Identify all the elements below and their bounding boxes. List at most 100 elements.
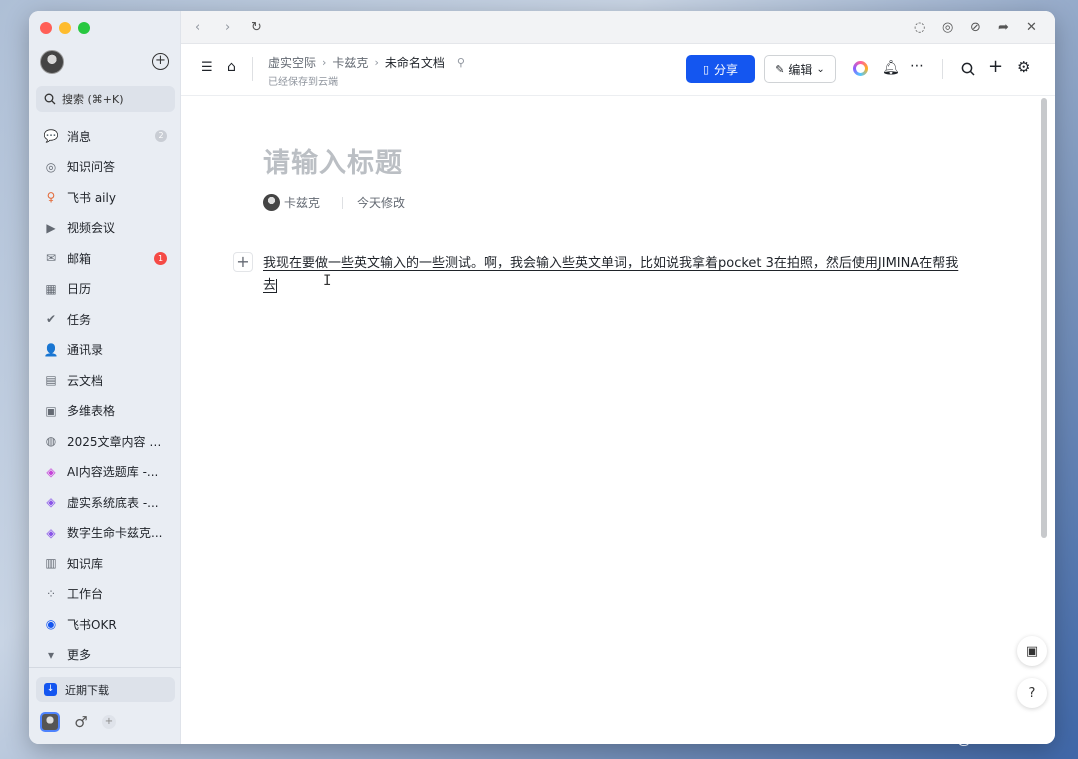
task-icon: ✔ [45, 312, 57, 327]
edit-mode-dropdown[interactable]: ✎ 编辑 ⌄ [764, 55, 836, 83]
sidebar-item-label: 更多 [67, 648, 92, 663]
pin-icon[interactable]: ⚲ [457, 56, 465, 69]
sidebar-item-label: 2025文章内容 -... [67, 434, 163, 449]
sidebar-nav: 💬 消息 2 ◎ 知识问答 ♀ 飞书 aily ▶ 视频会议 ✉ 邮箱 1 ▦ 日历 ✔ 任务 👤 通讯录 ▤ 云文档… [36, 121, 175, 670]
document-toolbar: ☰ ⌂ 虚实空际 › 卡兹克 › 未命名文档 ⚲ 已经保存到云端 ▯ 分享 ✎ … [181, 44, 1055, 96]
okr-icon: ◉ [45, 617, 57, 632]
search-label: 搜索 (⌘+K) [62, 93, 124, 106]
sidebar-item[interactable]: ◈ 虚实系统底表 -... [36, 487, 175, 518]
user-avatar[interactable] [40, 50, 64, 74]
workplace-icon: ⁘ [45, 586, 57, 601]
sidebar-item[interactable]: ◍ 2025文章内容 -... [36, 426, 175, 457]
sidebar-item[interactable]: ◎ 知识问答 [36, 152, 175, 183]
sidebar-item[interactable]: ▣ 多维表格 [36, 396, 175, 427]
search-icon [44, 93, 56, 105]
doc-body-paragraph[interactable]: 我现在要做一些英文输入的一些测试。啊，我会输入些英文单词，比如说我拿着pocke… [263, 253, 963, 297]
sidebar-item-label: 虚实系统底表 -... [67, 495, 159, 510]
share-button[interactable]: ▯ 分享 [686, 55, 755, 83]
search-input[interactable]: 搜索 (⌘+K) [36, 86, 175, 112]
window-controls [40, 22, 90, 34]
add-circle-icon[interactable]: + [152, 53, 169, 70]
sidebar-item-label: 知识库 [67, 556, 104, 571]
pencil-icon: ✎ [775, 62, 785, 76]
sidebar-item-label: 通讯录 [67, 343, 104, 358]
share-doc-icon: ▯ [702, 62, 710, 76]
base-purple-icon: ◈ [46, 495, 56, 510]
breadcrumb: 虚实空际 › 卡兹克 › 未命名文档 ⚲ [268, 54, 465, 71]
block-add-button[interactable]: + [233, 252, 253, 272]
share-label: 分享 [714, 62, 739, 77]
help-button[interactable]: ? [1017, 678, 1047, 708]
forward-icon[interactable]: › [225, 20, 230, 35]
compass-icon[interactable]: ◎ [942, 20, 953, 35]
sidebar-item[interactable]: ▦ 日历 [36, 274, 175, 305]
text-caret [276, 278, 278, 293]
sidebar-item[interactable]: ◉ 飞书OKR [36, 609, 175, 640]
sidebar-item[interactable]: ◈ 数字生命卡兹克... [36, 518, 175, 549]
scrollbar[interactable] [1041, 98, 1047, 538]
qa-icon: ◎ [45, 159, 57, 174]
sidebar-item[interactable]: ✔ 任务 [36, 304, 175, 335]
chevron-down-icon: ▾ [47, 647, 55, 662]
add-account-icon[interactable]: + [102, 715, 116, 729]
recent-downloads-label: 近期下载 [65, 683, 109, 697]
sidebar-item-label: 云文档 [67, 373, 104, 388]
author-name[interactable]: 卡兹克 [284, 194, 320, 211]
edit-label: 编辑 [788, 62, 813, 77]
search-icon[interactable] [961, 62, 975, 76]
sidebar-item[interactable]: ✉ 邮箱 1 [36, 243, 175, 274]
comment-icon[interactable]: ◌ [914, 20, 925, 35]
sidebar-item-label: AI内容选题库 -... [67, 465, 159, 480]
gear-icon[interactable]: ⚙ [1017, 58, 1030, 76]
sidebar-item[interactable]: ▶ 视频会议 [36, 213, 175, 244]
home-icon[interactable]: ⌂ [227, 59, 236, 75]
bell-icon[interactable]: 🔔︎ [882, 60, 900, 76]
plus-icon[interactable]: + [988, 56, 1003, 77]
chevron-down-icon: ⌄ [816, 63, 825, 75]
doc-info-button[interactable]: ▣ [1017, 636, 1047, 666]
ibeam-cursor-icon: I [323, 273, 332, 289]
sidebar-item[interactable]: ▥ 知识库 [36, 548, 175, 579]
sidebar-item[interactable]: ▾ 更多 [36, 640, 175, 671]
close-window-button[interactable] [40, 22, 52, 34]
sidebar-item-label: 数字生命卡兹克... [67, 526, 163, 541]
mail-icon: ✉ [45, 251, 57, 266]
breadcrumb-item[interactable]: 卡兹克 [332, 54, 368, 71]
back-icon[interactable]: ‹ [195, 20, 200, 35]
browser-topbar: ‹ › ↻ ◌ ◎ ⊘ ➦ ✕ [181, 11, 1055, 44]
zoom-window-button[interactable] [78, 22, 90, 34]
close-icon[interactable]: ✕ [1026, 20, 1037, 35]
minimize-window-button[interactable] [59, 22, 71, 34]
breadcrumb-current[interactable]: 未命名文档 [385, 54, 445, 71]
help-icon: ? [1028, 685, 1036, 701]
toolbar-divider [942, 59, 943, 79]
main-area: ‹ › ↻ ◌ ◎ ⊘ ➦ ✕ ☰ ⌂ 虚实空际 › 卡兹克 › 未命名文档 ⚲… [181, 11, 1055, 744]
sidebar-item-label: 多维表格 [67, 404, 116, 419]
sidebar-item[interactable]: ▤ 云文档 [36, 365, 175, 396]
doc-title-placeholder[interactable]: 请输入标题 [263, 141, 403, 180]
doc-meta: 卡兹克 今天修改 [263, 194, 405, 211]
sidebar-item[interactable]: ◈ AI内容选题库 -... [36, 457, 175, 488]
sidebar-item[interactable]: ⁘ 工作台 [36, 579, 175, 610]
link-icon[interactable]: ⊘ [970, 20, 981, 35]
more-icon[interactable]: ⋯ [910, 58, 924, 74]
account-avatar-active[interactable] [40, 712, 60, 732]
sidebar-item[interactable]: ♀ 飞书 aily [36, 182, 175, 213]
forward-share-icon[interactable]: ➦ [998, 20, 1009, 35]
account-avatar-secondary[interactable]: ♂ [71, 712, 91, 732]
sidebar-divider [29, 667, 181, 668]
sidebar-item[interactable]: 💬 消息 2 [36, 121, 175, 152]
calendar-icon: ▦ [45, 281, 57, 296]
refresh-icon[interactable]: ↻ [251, 20, 262, 35]
watermark: CSDN @undefined [910, 731, 1038, 748]
outline-toggle-icon[interactable]: ☰ [201, 60, 213, 75]
ai-assistant-icon[interactable] [853, 61, 868, 76]
sidebar-item-label: 日历 [67, 282, 92, 297]
sidebar-item-label: 工作台 [67, 587, 104, 602]
author-avatar[interactable] [263, 194, 280, 211]
breadcrumb-item[interactable]: 虚实空际 [268, 54, 316, 71]
cloud-doc-icon: ▤ [45, 373, 57, 388]
sidebar-item-label: 知识问答 [67, 160, 116, 175]
sidebar-item[interactable]: 👤 通讯录 [36, 335, 175, 366]
recent-downloads-button[interactable]: ↓ 近期下载 [36, 677, 175, 702]
